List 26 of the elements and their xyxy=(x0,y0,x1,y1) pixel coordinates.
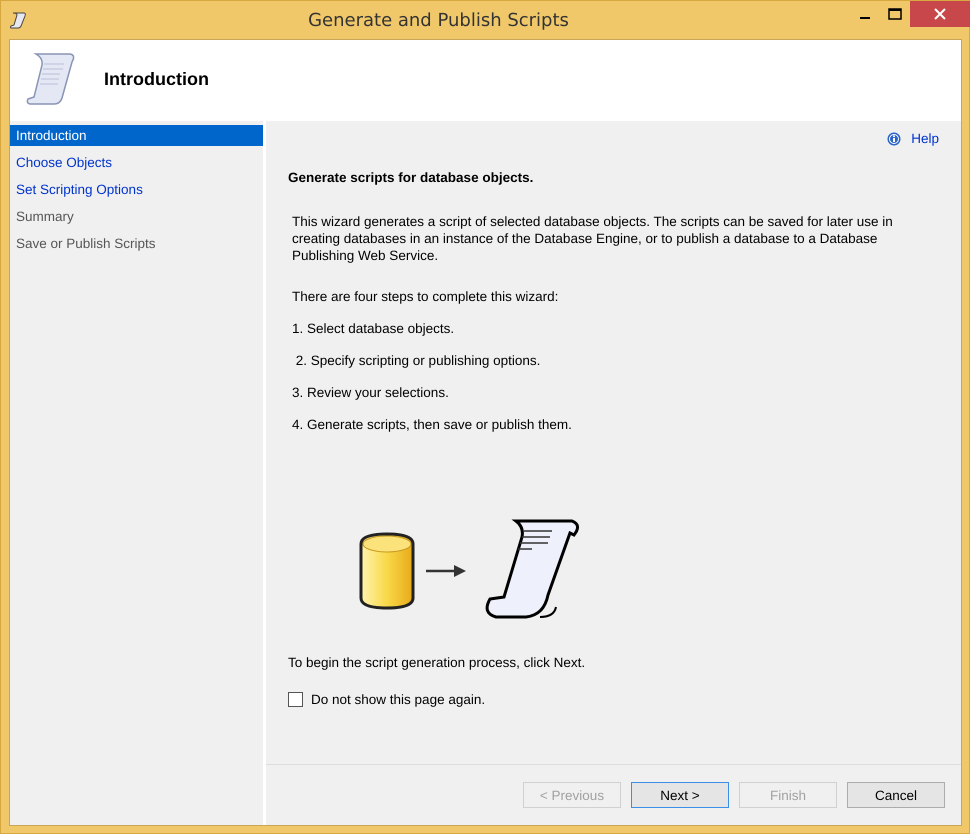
step-text: 2. Specify scripting or publishing options. xyxy=(294,353,542,368)
sidebar-item[interactable]: Introduction xyxy=(10,125,263,146)
step-text: 4. Generate scripts, then save or publish them. xyxy=(291,417,573,432)
checkbox[interactable] xyxy=(288,692,303,707)
description-text: This wizard generates a script of selected database objects. The scripts can be saved for later use in creating databases in an instance of the Database Engine, or to publish a database to a Database Publishing Web Service. xyxy=(291,213,894,264)
page-title: Introduction xyxy=(104,68,209,90)
help-icon xyxy=(887,132,902,146)
window-title: Generate and Publish Scripts xyxy=(307,10,570,30)
sidebar-item[interactable]: Choose Objects xyxy=(10,152,263,173)
section-heading: Generate scripts for database objects. xyxy=(288,170,534,185)
scroll-icon xyxy=(9,11,27,29)
step-text: 3. Review your selections. xyxy=(291,385,450,400)
maximize-icon xyxy=(888,8,902,20)
minimize-icon xyxy=(860,17,870,19)
step-text: 1. Select database objects. xyxy=(291,321,456,336)
help-link[interactable]: Help xyxy=(887,131,939,146)
close-button[interactable] xyxy=(910,1,970,27)
steps-intro: There are four steps to complete this wizard: xyxy=(291,289,560,304)
database-icon xyxy=(358,532,416,610)
instruction-text: To begin the script generation process, click Next. xyxy=(288,655,586,670)
arrow-icon xyxy=(424,564,468,578)
wizard-button[interactable]: Cancel xyxy=(847,782,945,808)
sidebar-item[interactable]: Set Scripting Options xyxy=(10,179,263,200)
checkbox-label: Do not show this page again. xyxy=(311,692,486,707)
wizard-button[interactable]: Next > xyxy=(631,782,729,808)
close-icon xyxy=(934,8,946,20)
